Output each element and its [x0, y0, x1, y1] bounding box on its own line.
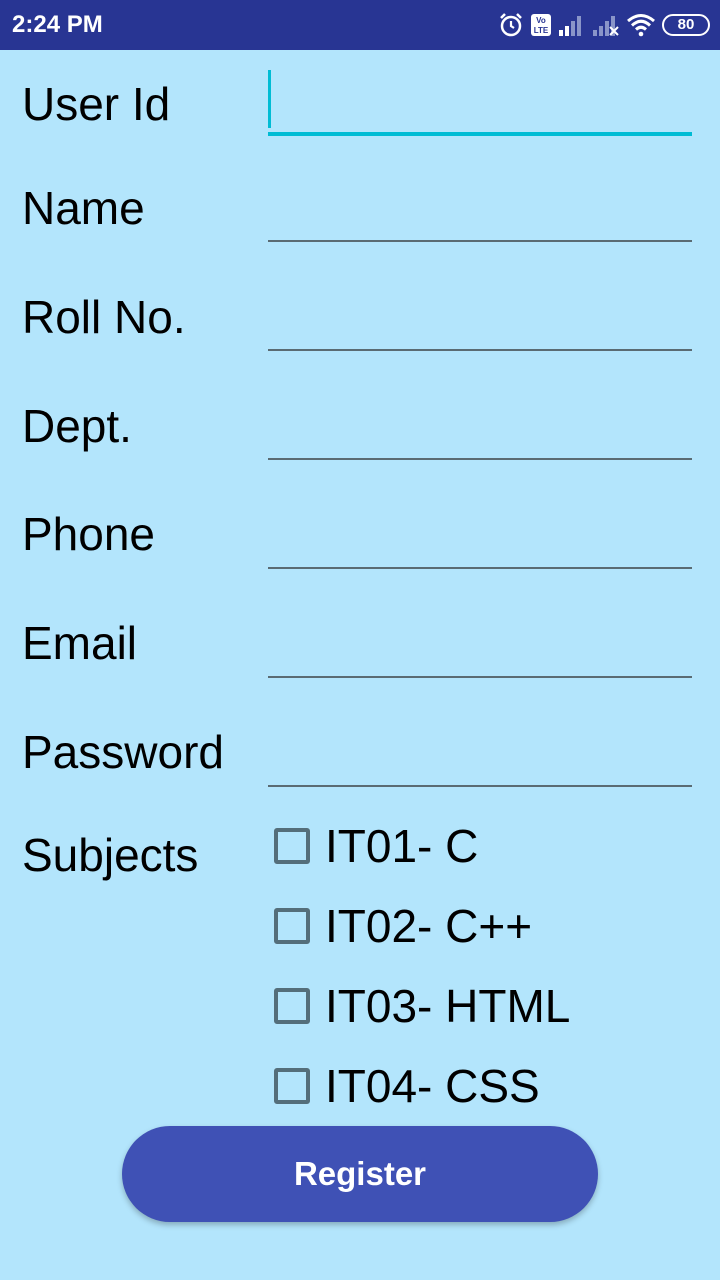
phone-label: Phone — [22, 508, 156, 560]
subject-option-it03[interactable]: IT03- HTML — [274, 976, 570, 1036]
signal-icon — [559, 16, 581, 36]
wifi-icon — [627, 14, 655, 37]
checkbox-it03[interactable] — [274, 988, 310, 1024]
phone-input[interactable] — [268, 499, 692, 569]
roll-no-label: Roll No. — [22, 291, 186, 343]
user-id-label: User Id — [22, 78, 171, 130]
subject-option-it02[interactable]: IT02- C++ — [274, 896, 532, 956]
name-input[interactable] — [268, 172, 692, 242]
checkbox-it04[interactable] — [274, 1068, 310, 1104]
subject-label-it03: IT03- HTML — [325, 980, 571, 1032]
dept-label: Dept. — [22, 400, 132, 452]
text-caret — [268, 70, 271, 128]
signal-no-service-icon — [593, 16, 619, 36]
subject-option-it01[interactable]: IT01- C — [274, 816, 478, 876]
subject-label-it04: IT04- CSS — [325, 1060, 540, 1112]
email-input[interactable] — [268, 608, 692, 678]
register-button[interactable]: Register — [122, 1126, 598, 1222]
dept-input[interactable] — [268, 390, 692, 460]
subjects-label: Subjects — [22, 829, 199, 881]
status-bar: 2:24 PM Vo LTE 80 — [0, 0, 720, 50]
svg-text:LTE: LTE — [534, 26, 549, 35]
registration-form: User Id Name Roll No. Dept. Phone Email … — [0, 50, 720, 1280]
password-input[interactable] — [268, 717, 692, 787]
battery-icon: 80 — [662, 14, 710, 36]
checkbox-it02[interactable] — [274, 908, 310, 944]
user-id-input[interactable] — [268, 66, 692, 136]
email-label: Email — [22, 617, 138, 669]
volte-icon: Vo LTE — [531, 14, 551, 36]
roll-no-input[interactable] — [268, 281, 692, 351]
svg-text:Vo: Vo — [536, 16, 546, 25]
name-label: Name — [22, 182, 145, 234]
subject-option-it04[interactable]: IT04- CSS — [274, 1056, 540, 1116]
password-label: Password — [22, 726, 224, 778]
subject-label-it01: IT01- C — [325, 820, 479, 872]
checkbox-it01[interactable] — [274, 828, 310, 864]
status-icons: Vo LTE 80 — [498, 10, 710, 40]
subject-label-it02: IT02- C++ — [325, 900, 533, 952]
status-time: 2:24 PM — [12, 11, 103, 38]
alarm-icon — [500, 13, 522, 37]
